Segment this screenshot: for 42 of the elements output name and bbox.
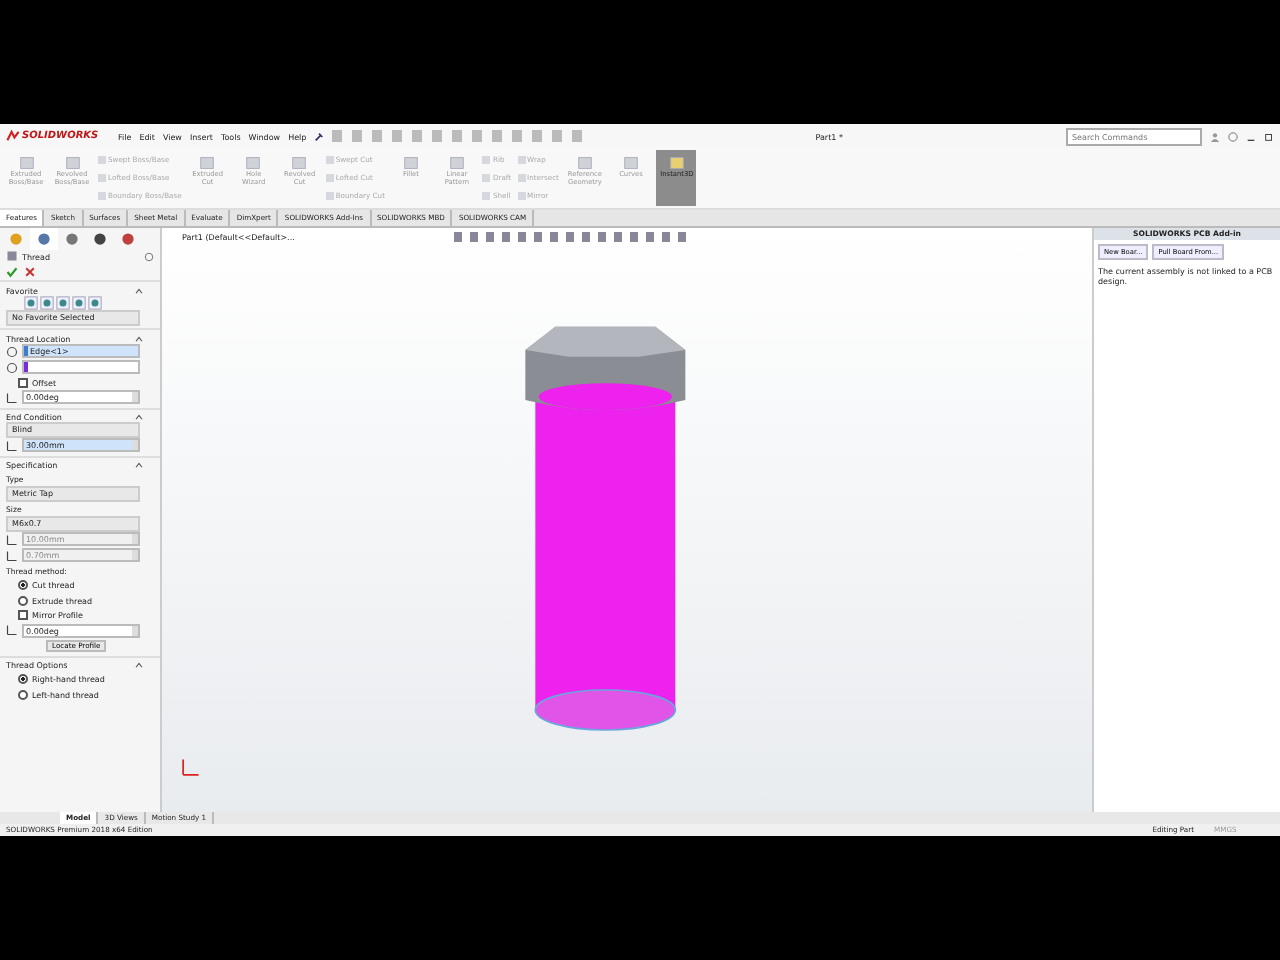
parameter-icon [6, 549, 18, 562]
chevron-icon[interactable] [134, 335, 144, 342]
help-icon[interactable] [1228, 131, 1238, 141]
feature-icon [198, 154, 217, 172]
radio-button[interactable] [18, 595, 28, 606]
checkbox[interactable] [18, 610, 28, 621]
favorite-tool-icon[interactable] [24, 296, 38, 311]
favorite-tool-icon[interactable] [40, 296, 54, 311]
selection-field[interactable] [22, 360, 140, 375]
chevron-icon[interactable] [134, 462, 144, 469]
radio-button[interactable] [18, 580, 28, 591]
feature-icon [290, 154, 309, 172]
feature-icon [63, 154, 81, 172]
feature-icon [17, 154, 35, 172]
parameter-icon [6, 391, 18, 404]
axis-triad-icon [178, 756, 202, 780]
user-icon[interactable] [1210, 131, 1220, 141]
feature-icon [401, 154, 420, 172]
checkbox[interactable] [18, 377, 28, 388]
feature-icon [621, 154, 640, 172]
favorite-tool-icon[interactable] [88, 296, 102, 311]
restore-icon[interactable] [1264, 131, 1274, 141]
favorite-tool-icon[interactable] [72, 296, 86, 311]
chevron-icon[interactable] [134, 287, 144, 293]
feature-icon [244, 154, 263, 172]
chevron-icon[interactable] [134, 662, 144, 669]
radio-button[interactable] [18, 674, 28, 685]
parameter-icon [6, 624, 18, 637]
feature-icon [447, 154, 466, 172]
parameter-icon [6, 533, 18, 546]
chevron-icon[interactable] [134, 414, 144, 421]
close-icon[interactable] [24, 266, 36, 278]
manager-tab-icon[interactable] [30, 228, 58, 249]
parameter-icon [6, 439, 18, 452]
feature-icon [667, 154, 686, 172]
favorite-tool-icon[interactable] [56, 296, 70, 311]
radio-button[interactable] [18, 689, 28, 700]
pin-icon[interactable] [314, 131, 325, 141]
logo-icon [6, 130, 20, 142]
help-icon[interactable] [144, 251, 154, 261]
feature-icon [575, 154, 594, 172]
ok-icon[interactable] [6, 266, 18, 278]
